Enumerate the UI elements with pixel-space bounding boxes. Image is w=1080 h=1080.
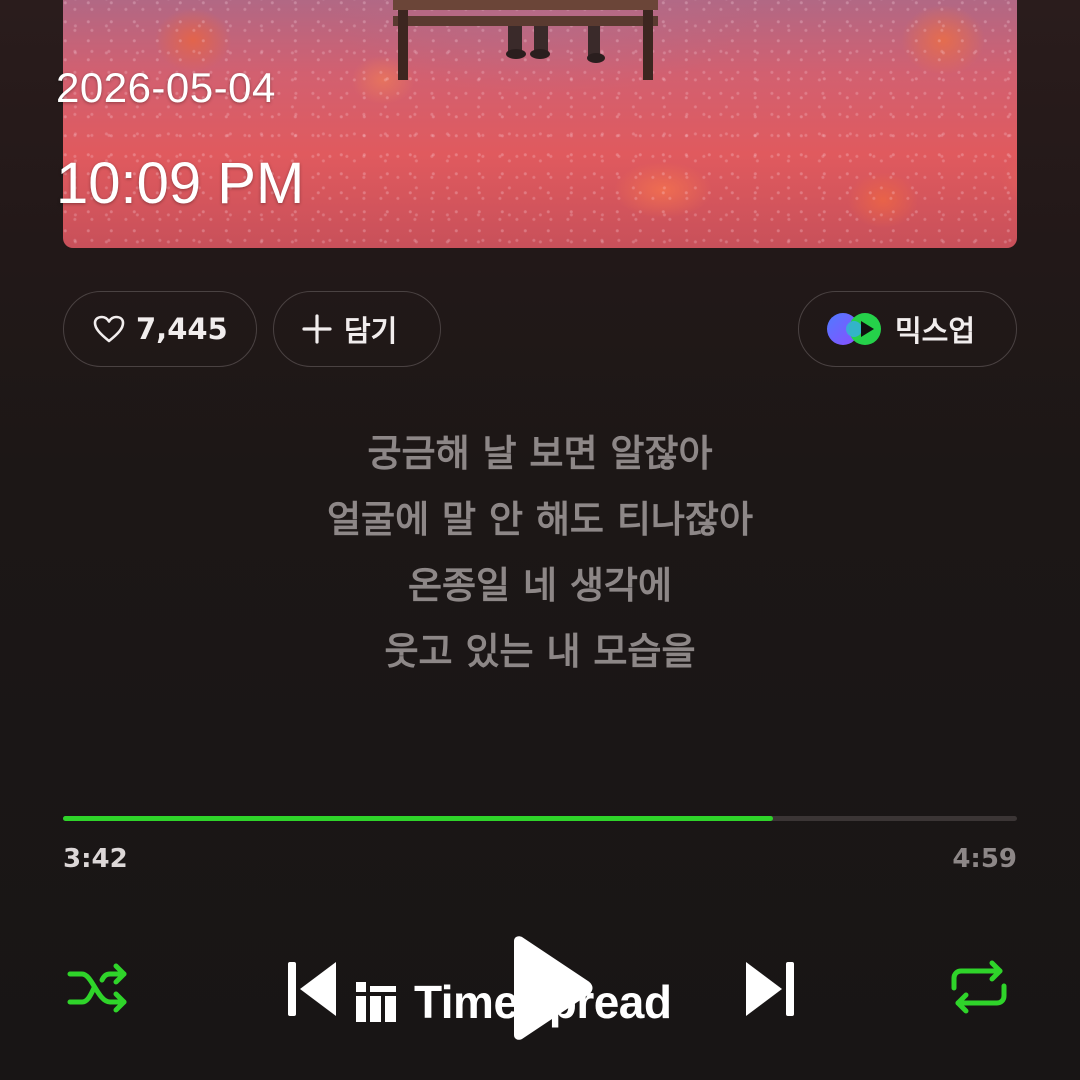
skip-next-icon xyxy=(746,962,794,1016)
heart-icon xyxy=(93,315,125,343)
watermark-icon xyxy=(356,982,396,1022)
lyric-line: 온종일 네 생각에 xyxy=(407,564,673,607)
like-button[interactable]: 7,445 xyxy=(63,291,257,367)
next-button[interactable] xyxy=(740,956,800,1022)
like-count: 7,445 xyxy=(136,312,228,346)
lyric-line: 얼굴에 말 안 해도 티나잖아 xyxy=(327,498,753,541)
mixup-icon xyxy=(827,313,881,345)
repeat-button[interactable] xyxy=(946,956,1012,1018)
bench-illustration xyxy=(393,0,658,80)
total-time: 4:59 xyxy=(952,844,1017,874)
plus-icon xyxy=(302,314,332,344)
shuffle-button[interactable] xyxy=(64,958,134,1018)
play-icon xyxy=(514,936,593,1040)
overlay-time: 10:09 PM xyxy=(56,151,305,216)
overlay-date: 2026-05-04 xyxy=(56,64,276,111)
skip-previous-icon xyxy=(288,962,336,1016)
add-label: 담기 xyxy=(344,314,398,348)
add-to-playlist-button[interactable]: 담기 xyxy=(273,291,441,367)
progress-fill xyxy=(63,816,773,821)
lyrics-panel[interactable]: 궁금해 날 보면 알잖아 얼굴에 말 안 해도 티나잖아 온종일 네 생각에 웃… xyxy=(0,424,1080,688)
player-screen: 2026-05-04 10:09 PM 7,445 담기 믹스업 궁금해 날 보… xyxy=(0,0,1080,1080)
play-button[interactable] xyxy=(505,934,595,1042)
previous-button[interactable] xyxy=(282,956,342,1022)
lyric-line: 웃고 있는 내 모습을 xyxy=(384,630,696,673)
progress-bar[interactable] xyxy=(63,816,1017,821)
repeat-icon xyxy=(951,960,1007,1014)
shuffle-icon xyxy=(67,963,127,1013)
lyric-line: 궁금해 날 보면 알잖아 xyxy=(367,432,713,475)
mixup-button[interactable]: 믹스업 xyxy=(798,291,1017,367)
mixup-label: 믹스업 xyxy=(895,314,976,348)
elapsed-time: 3:42 xyxy=(63,844,128,874)
